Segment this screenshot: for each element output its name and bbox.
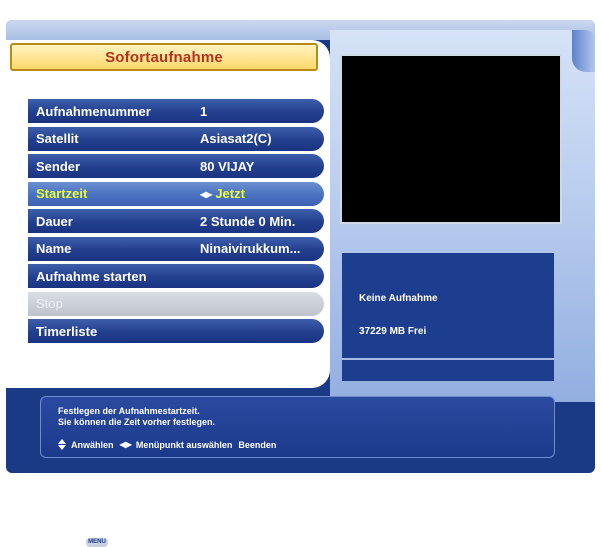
menu-item-label: Aufnahme starten <box>36 268 147 284</box>
stop-button: Stop <box>28 291 324 316</box>
info-panel: Keine Aufnahme 37229 MB Frei <box>342 253 554 381</box>
menu-item-value: 1 <box>200 103 208 119</box>
key-updown-label: Anwählen <box>71 439 114 450</box>
page-title: Sofortaufnahme <box>105 48 223 66</box>
start-recording-button[interactable]: Aufnahme starten <box>28 264 324 288</box>
key-menu-label: Beenden <box>238 439 277 450</box>
corner-decoration <box>572 30 595 72</box>
video-preview <box>340 54 562 224</box>
help-box: Festlegen der Aufnahmestartzeit. Sie kön… <box>40 396 555 547</box>
title-bar: Sofortaufnahme <box>10 43 318 71</box>
menu-item-value: Ninaivirukkum... <box>200 241 301 256</box>
menu-list: Aufnahmenummer 1 Satellit Asiasat2(C) Se… <box>28 99 324 347</box>
menu-item-value: 2 Stunde 0 Min. <box>200 213 296 229</box>
help-text-line-2: Sie können die Zeit vorher festlegen. <box>58 417 216 427</box>
menu-item-dauer[interactable]: Dauer 2 Stunde 0 Min. <box>28 209 324 233</box>
recording-status: Keine Aufnahme <box>359 293 438 304</box>
menu-item-sender[interactable]: Sender 80 VIJAY <box>28 154 324 178</box>
menu-item-label: Name <box>36 241 72 256</box>
menu-item-value: 80 VIJAY <box>200 158 255 174</box>
menu-item-label: Aufnahmenummer <box>36 103 151 119</box>
help-text-line-1: Festlegen der Aufnahmestartzeit. <box>58 406 200 416</box>
menu-item-label: Startzeit <box>36 186 88 201</box>
menu-item-label: Satellit <box>36 131 79 146</box>
key-leftright-label: Menüpunkt auswählen <box>135 439 233 450</box>
menu-item-label: Dauer <box>36 213 73 229</box>
left-right-arrows-icon: ◀▶ <box>200 190 213 199</box>
menu-item-value-wrap: ◀▶ Jetzt <box>200 186 322 201</box>
divider <box>342 358 554 360</box>
menu-item-value: Jetzt <box>215 186 245 201</box>
menu-item-label: Sender <box>36 158 81 174</box>
menu-item-startzeit[interactable]: Startzeit ◀▶ Jetzt <box>28 181 324 206</box>
left-right-arrows-icon: ◀▶ <box>119 440 132 449</box>
screen: Sofortaufnahme Aufnahmenummer 1 Satellit… <box>0 0 601 547</box>
menu-item-name[interactable]: Name Ninaivirukkum... <box>28 236 324 261</box>
menu-item-aufnahmenummer[interactable]: Aufnahmenummer 1 <box>28 99 324 123</box>
menu-item-label: Timerliste <box>36 323 98 339</box>
free-space: 37229 MB Frei <box>359 326 427 337</box>
up-down-arrows-icon <box>58 439 67 450</box>
menu-item-value: Asiasat2(C) <box>200 131 272 146</box>
timer-list-button[interactable]: Timerliste <box>28 319 324 343</box>
menu-key-icon: MENU <box>86 538 108 547</box>
menu-item-satellit[interactable]: Satellit Asiasat2(C) <box>28 126 324 151</box>
menu-item-label: Stop <box>36 296 63 311</box>
key-legend: Anwählen ◀▶ Menüpunkt auswählen MENU Bee… <box>58 439 277 547</box>
